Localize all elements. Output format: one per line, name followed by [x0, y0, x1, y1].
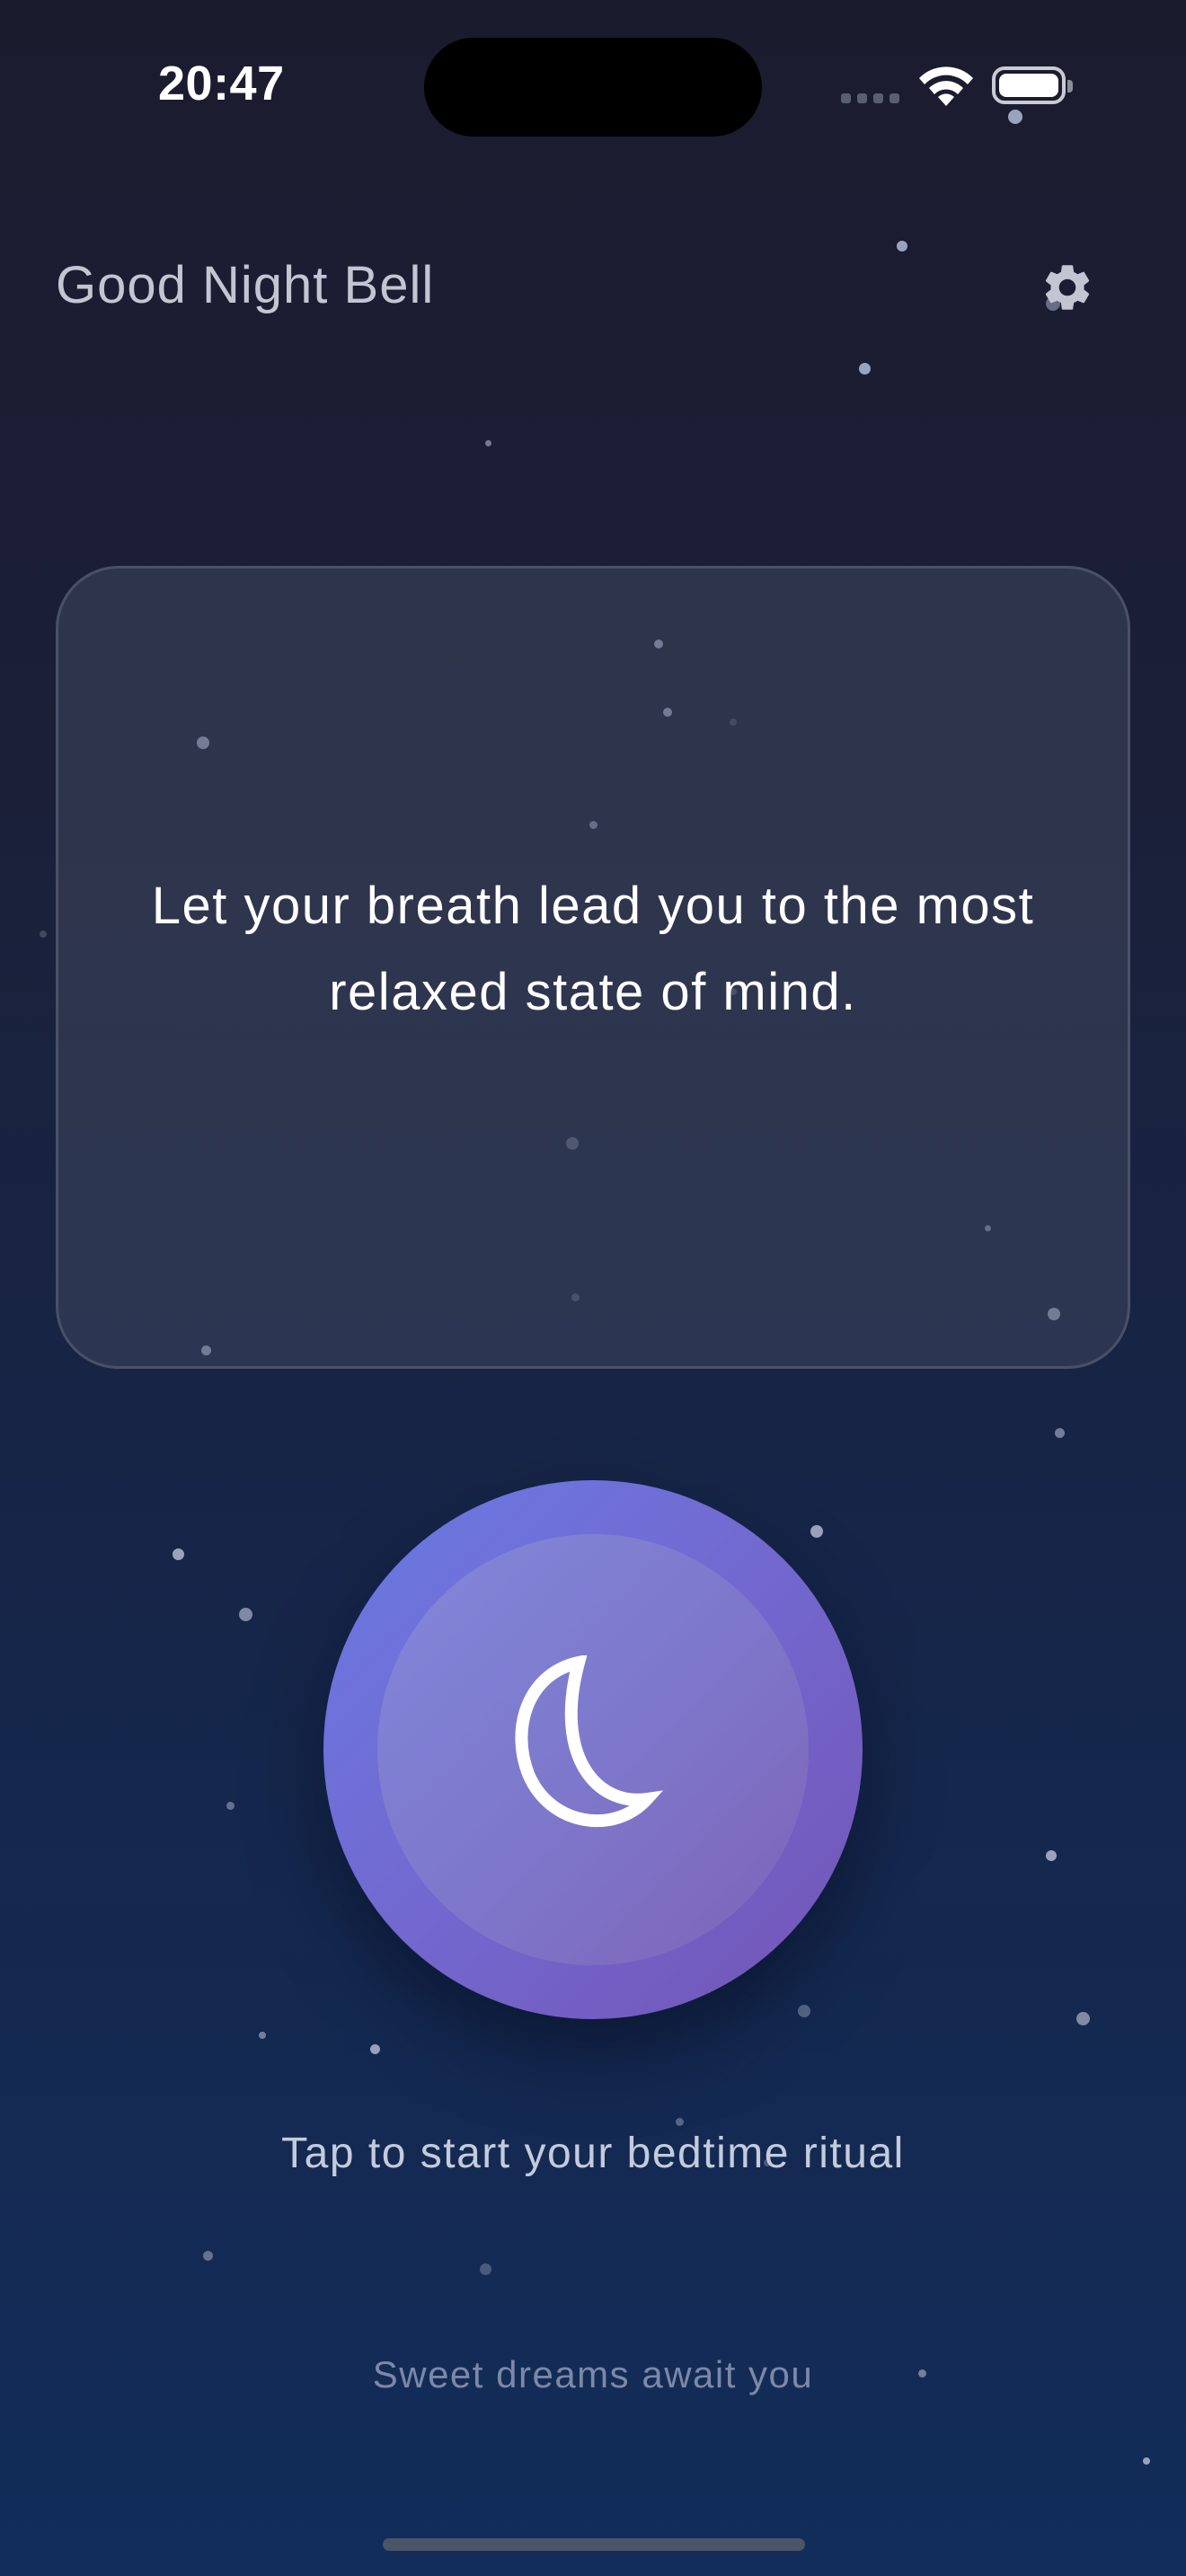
wifi-icon: [919, 66, 973, 106]
battery-icon: [992, 66, 1073, 104]
home-indicator[interactable]: [383, 2538, 805, 2551]
tap-hint-text: Tap to start your bedtime ritual: [281, 2130, 905, 2177]
gear-icon: [1045, 265, 1090, 310]
breath-message: Let your breath lead you to the most rel…: [151, 877, 1035, 1021]
start-ritual-button[interactable]: [323, 1480, 863, 2019]
status-bar: 20:47: [0, 0, 1186, 180]
start-ritual-button-inner: [377, 1534, 809, 1965]
status-time: 20:47: [158, 57, 285, 110]
moon-icon: [515, 1655, 664, 1828]
breath-message-card: Let your breath lead you to the most rel…: [56, 566, 1130, 1369]
dynamic-island: [424, 38, 762, 137]
settings-button[interactable]: [1033, 253, 1102, 322]
footer-tagline: Sweet dreams await you: [372, 2353, 814, 2395]
app-title: Good Night Bell: [56, 256, 435, 314]
